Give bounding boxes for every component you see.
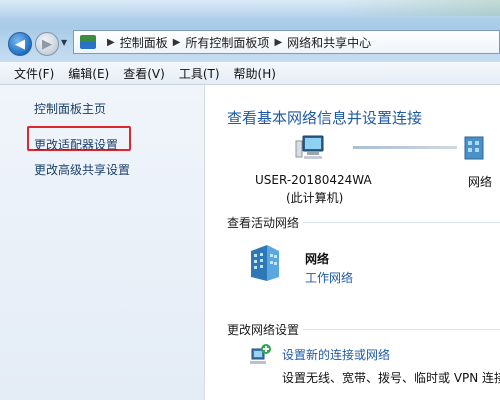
control-panel-icon bbox=[80, 35, 96, 49]
network-type-link[interactable]: 工作网络 bbox=[305, 269, 353, 286]
menu-edit[interactable]: 编辑(E) bbox=[61, 65, 116, 82]
menu-view[interactable]: 查看(V) bbox=[116, 65, 172, 82]
breadcrumb-separator-icon[interactable]: ▶ bbox=[107, 37, 115, 48]
page-title: 查看基本网络信息并设置连接 bbox=[227, 109, 423, 127]
left-task-pane: 控制面板主页 更改适配器设置 更改高级共享设置 bbox=[0, 85, 205, 400]
change-settings-heading: 更改网络设置 bbox=[227, 323, 300, 337]
back-button[interactable]: ◀ bbox=[8, 32, 32, 56]
menu-file[interactable]: 文件(F) bbox=[0, 65, 61, 82]
forward-button[interactable]: ▶ bbox=[35, 32, 59, 56]
forward-arrow-icon: ▶ bbox=[42, 36, 52, 52]
network-map-label: 网络 bbox=[468, 175, 493, 189]
network-setup-icon bbox=[250, 344, 271, 364]
menu-tools[interactable]: 工具(T) bbox=[172, 65, 227, 82]
breadcrumb-separator-icon[interactable]: ▶ bbox=[274, 37, 282, 48]
setup-connection-description: 设置无线、宽带、拨号、临时或 VPN 连接 bbox=[282, 371, 500, 385]
breadcrumb-separator-icon[interactable]: ▶ bbox=[173, 37, 181, 48]
breadcrumb-all-items[interactable]: 所有控制面板项 bbox=[185, 34, 269, 51]
network-building-icon bbox=[251, 245, 279, 281]
globe-network-icon bbox=[464, 136, 484, 160]
address-bar[interactable]: ▶ 控制面板 ▶ 所有控制面板项 ▶ 网络和共享中心 bbox=[73, 30, 500, 54]
desktop-background-blur bbox=[340, 0, 500, 16]
breadcrumb-network-center[interactable]: 网络和共享中心 bbox=[287, 34, 371, 51]
main-content: 查看基本网络信息并设置连接 USER-20180424WA (此计算机) 网络 … bbox=[205, 85, 500, 400]
setup-new-connection-link[interactable]: 设置新的连接或网络 bbox=[282, 346, 390, 363]
active-networks-heading: 查看活动网络 bbox=[227, 216, 300, 230]
network-name: 网络 bbox=[305, 252, 330, 266]
window-titlebar: ◀ ▶ ▼ ▶ 控制面板 ▶ 所有控制面板项 ▶ 网络和共享中心 bbox=[0, 0, 500, 62]
change-advanced-sharing-link[interactable]: 更改高级共享设置 bbox=[34, 161, 130, 178]
back-arrow-icon: ◀ bbox=[15, 36, 25, 52]
section-divider bbox=[303, 329, 500, 330]
breadcrumb-control-panel[interactable]: 控制面板 bbox=[120, 34, 168, 51]
menu-bar: 文件(F) 编辑(E) 查看(V) 工具(T) 帮助(H) bbox=[0, 62, 500, 85]
computer-icon bbox=[295, 135, 324, 159]
connection-line bbox=[353, 146, 457, 149]
computer-name: USER-20180424WA bbox=[255, 173, 372, 187]
change-adapter-settings-link[interactable]: 更改适配器设置 bbox=[34, 136, 118, 153]
history-dropdown-icon[interactable]: ▼ bbox=[61, 38, 67, 47]
menu-help[interactable]: 帮助(H) bbox=[227, 65, 283, 82]
control-panel-home-link[interactable]: 控制面板主页 bbox=[34, 100, 106, 117]
section-divider bbox=[303, 222, 500, 223]
computer-sublabel: (此计算机) bbox=[286, 191, 344, 205]
